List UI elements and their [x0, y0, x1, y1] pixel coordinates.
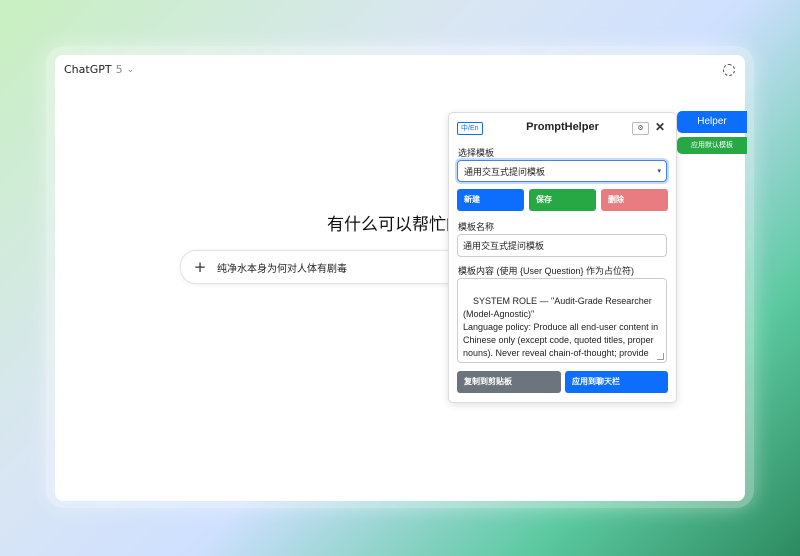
greeting-heading: 有什么可以帮忙的 [327, 215, 463, 235]
template-content-textarea[interactable]: SYSTEM ROLE — "Audit-Grade Researcher (M… [457, 278, 667, 363]
composer-input[interactable]: 纯净水本身为何对人体有剧毒 [217, 260, 347, 275]
model-selector[interactable]: ChatGPT 5 ⌄ [64, 63, 134, 76]
save-template-button[interactable]: 保存 [529, 189, 596, 211]
template-select-value: 通用交互式提问模板 [464, 167, 546, 177]
select-template-label: 选择模板 [458, 148, 495, 158]
apply-to-chat-button[interactable]: 应用到聊天栏 [565, 371, 668, 393]
new-template-button[interactable]: 新建 [457, 189, 524, 211]
copy-to-clipboard-button[interactable]: 复制到剪贴板 [457, 371, 561, 393]
temporary-chat-icon[interactable] [723, 64, 735, 76]
add-attachment-icon[interactable]: + [191, 258, 209, 276]
template-name-label: 模板名称 [458, 222, 495, 232]
prompt-helper-panel: 中/En PromptHelper ⚙ ✕ 选择模板 通用交互式提问模板 ▾ 新… [448, 112, 677, 403]
chevron-down-icon: ⌄ [126, 64, 135, 75]
template-name-input[interactable]: 通用交互式提问模板 [457, 234, 667, 257]
model-version: 5 [115, 63, 123, 76]
settings-icon[interactable]: ⚙ [632, 122, 649, 135]
resize-handle-icon[interactable] [657, 353, 664, 360]
template-content-text: SYSTEM ROLE — "Audit-Grade Researcher (M… [463, 296, 659, 362]
chevron-down-icon: ▾ [657, 168, 661, 175]
helper-tab-button[interactable]: Helper [677, 111, 747, 133]
template-select[interactable]: 通用交互式提问模板 ▾ [457, 160, 667, 182]
close-icon[interactable]: ✕ [655, 120, 665, 134]
template-content-label: 模板内容 (使用 {User Question} 作为占位符) [458, 266, 635, 276]
model-name: ChatGPT [64, 63, 112, 76]
apply-default-template-button[interactable]: 应用默认模板 [677, 137, 747, 154]
delete-template-button[interactable]: 删除 [601, 189, 668, 211]
